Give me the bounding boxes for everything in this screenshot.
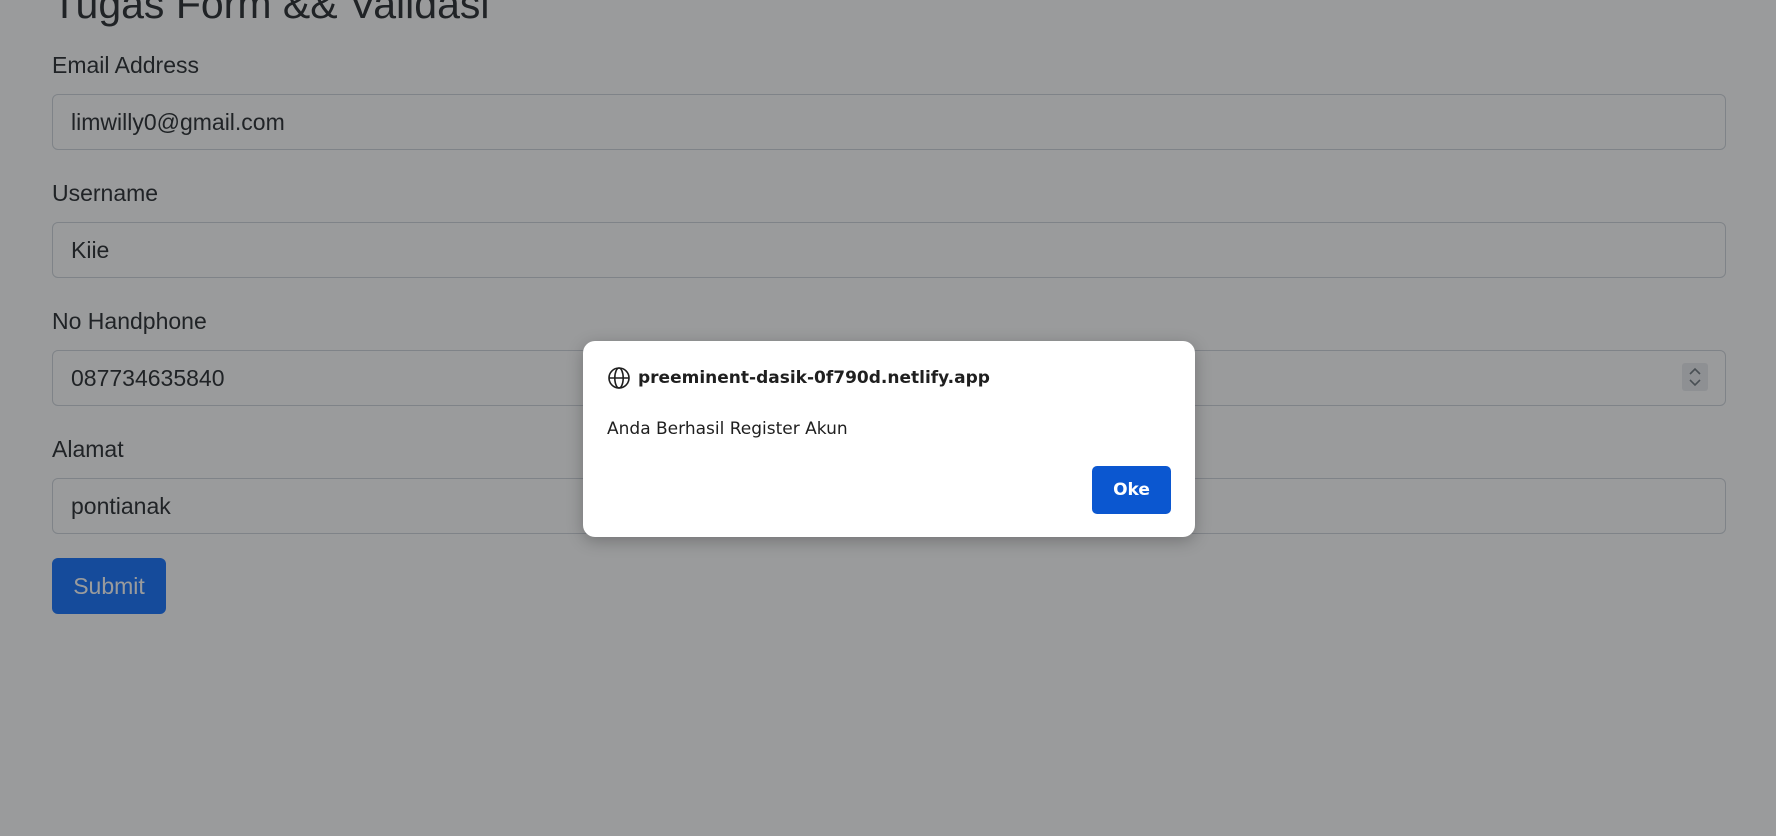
globe-icon bbox=[607, 366, 631, 390]
ok-button[interactable]: Oke bbox=[1092, 466, 1171, 514]
dialog-message: Anda Berhasil Register Akun bbox=[607, 419, 848, 439]
alert-dialog: preeminent-dasik-0f790d.netlify.app Anda… bbox=[583, 341, 1195, 537]
dialog-origin: preeminent-dasik-0f790d.netlify.app bbox=[638, 368, 990, 388]
dialog-header: preeminent-dasik-0f790d.netlify.app bbox=[607, 365, 990, 391]
